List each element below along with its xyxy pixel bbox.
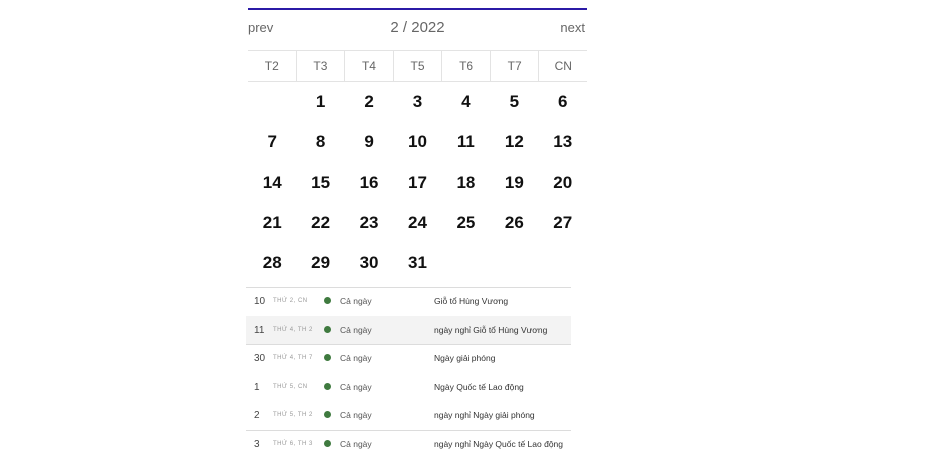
weekday-label: T7 xyxy=(489,51,539,81)
day-cell[interactable]: 10 xyxy=(393,122,441,162)
event-weekday: THỨ 4, TH 7 xyxy=(273,355,313,362)
calendar-nav: prev 2 / 2022 next xyxy=(248,10,587,50)
day-cell[interactable]: 20 xyxy=(539,163,587,203)
day-cell[interactable]: 17 xyxy=(393,163,441,203)
day-cell[interactable]: 5 xyxy=(490,82,538,122)
day-cell[interactable]: 9 xyxy=(345,122,393,162)
event-row[interactable]: 10 THỨ 2, CN Cả ngày Giỗ tổ Hùng Vương xyxy=(246,287,571,316)
event-day: 30 xyxy=(254,353,266,365)
day-cell[interactable]: 4 xyxy=(442,82,490,122)
weekday-label: T6 xyxy=(441,51,490,81)
weekday-label: T2 xyxy=(264,59,279,73)
event-weekday: THỨ 6, TH 3 xyxy=(273,440,313,447)
event-name: ngày nghỉ Ngày giải phóng xyxy=(434,410,535,421)
event-day: 3 xyxy=(254,438,260,450)
event-weekday: THỨ 4, TH 2 xyxy=(273,326,313,333)
day-grid: 1 2 3 4 5 6 7 8 9 10 11 12 13 14 15 16 17 18 19 20 21 22 23 24 2… xyxy=(248,82,587,283)
event-row[interactable]: 1 THỨ 5, CN Cả ngày Ngày Quốc tế Lao động xyxy=(246,373,571,402)
event-day: 1 xyxy=(254,381,260,393)
day-cell[interactable]: 7 xyxy=(248,122,296,162)
event-weekday: THỨ 5, TH 2 xyxy=(273,412,313,419)
event-dot-icon xyxy=(324,382,331,390)
event-allday: Cả ngày xyxy=(340,410,372,421)
weekday-label: T4 xyxy=(344,51,393,81)
day-cell[interactable]: 2 xyxy=(345,82,393,122)
event-row[interactable]: 2 THỨ 5, TH 2 Cả ngày ngày nghỉ Ngày giải p… xyxy=(246,401,571,430)
day-cell[interactable]: 23 xyxy=(345,203,393,243)
day-cell[interactable]: 19 xyxy=(490,163,538,203)
day-cell[interactable]: 15 xyxy=(296,163,344,203)
day-cell[interactable]: 6 xyxy=(539,82,587,122)
weekday-label: T3 xyxy=(295,51,345,81)
empty-day-cell xyxy=(442,243,490,283)
event-dot-icon xyxy=(324,297,331,304)
day-cell[interactable]: 29 xyxy=(296,243,344,283)
month-title: 2 / 2022 xyxy=(390,19,445,36)
day-cell[interactable]: 11 xyxy=(442,122,490,162)
day-cell[interactable]: 12 xyxy=(490,122,538,162)
day-cell[interactable]: 25 xyxy=(442,203,490,243)
day-cell[interactable]: 21 xyxy=(248,203,296,243)
weekday-header: T2 T3 T4 T5 T6 T7 CN xyxy=(248,50,587,82)
event-dot-icon xyxy=(324,439,331,447)
day-cell[interactable]: 24 xyxy=(393,203,441,243)
day-cell[interactable]: 27 xyxy=(539,203,587,243)
day-cell[interactable]: 13 xyxy=(539,122,587,162)
weekday-label: T5 xyxy=(392,51,442,81)
day-cell[interactable]: 18 xyxy=(442,163,490,203)
weekday-label: CN xyxy=(538,51,587,81)
empty-day-cell xyxy=(539,243,587,283)
event-name: Ngày Quốc tế Lao động xyxy=(434,381,524,392)
day-cell[interactable]: 14 xyxy=(248,163,296,203)
day-cell[interactable]: 28 xyxy=(248,243,296,283)
day-cell[interactable]: 22 xyxy=(296,203,344,243)
day-cell[interactable]: 8 xyxy=(296,122,344,162)
event-allday: Cả ngày xyxy=(340,381,372,392)
event-dot-icon xyxy=(324,325,331,333)
event-dot-icon xyxy=(324,354,331,362)
event-row[interactable]: 30 THỨ 4, TH 7 Cả ngày Ngày giải phóng xyxy=(246,344,571,373)
event-day: 11 xyxy=(254,324,265,336)
event-row[interactable]: 3 THỨ 6, TH 3 Cả ngày ngày nghỉ Ngày Quốc t… xyxy=(246,429,571,459)
day-cell[interactable]: 16 xyxy=(345,163,393,203)
event-row[interactable]: 11 THỨ 4, TH 2 Cả ngày ngày nghỉ Giỗ tổ Hùn… xyxy=(246,315,571,345)
day-cell[interactable]: 31 xyxy=(393,243,441,283)
day-cell[interactable]: 26 xyxy=(490,203,538,243)
event-allday: Cả ngày xyxy=(340,296,372,306)
event-list: 10 THỨ 2, CN Cả ngày Giỗ tổ Hùng Vương 11 THỨ… xyxy=(246,287,571,459)
day-cell[interactable]: 3 xyxy=(393,82,441,122)
event-name: ngày nghỉ Giỗ tổ Hùng Vương xyxy=(434,324,548,335)
calendar: prev 2 / 2022 next T2 T3 T4 T5 T6 T7 CN … xyxy=(248,8,587,283)
event-allday: Cả ngày xyxy=(340,438,372,449)
day-cell[interactable]: 30 xyxy=(345,243,393,283)
empty-day-cell xyxy=(248,82,296,122)
next-button[interactable]: next xyxy=(560,20,585,35)
event-name: Ngày giải phóng xyxy=(434,353,496,364)
empty-day-cell xyxy=(490,243,538,283)
event-allday: Cả ngày xyxy=(340,353,372,364)
event-day: 10 xyxy=(254,296,266,307)
event-dot-icon xyxy=(324,411,331,419)
event-weekday: THỨ 5, CN xyxy=(273,383,308,390)
day-cell[interactable]: 1 xyxy=(296,82,344,122)
event-name: Giỗ tổ Hùng Vương xyxy=(434,296,509,306)
event-name: ngày nghỉ Ngày Quốc tế Lao động xyxy=(434,438,564,449)
event-weekday: THỨ 2, CN xyxy=(273,298,308,304)
event-allday: Cả ngày xyxy=(340,324,372,335)
event-day: 2 xyxy=(254,410,260,422)
